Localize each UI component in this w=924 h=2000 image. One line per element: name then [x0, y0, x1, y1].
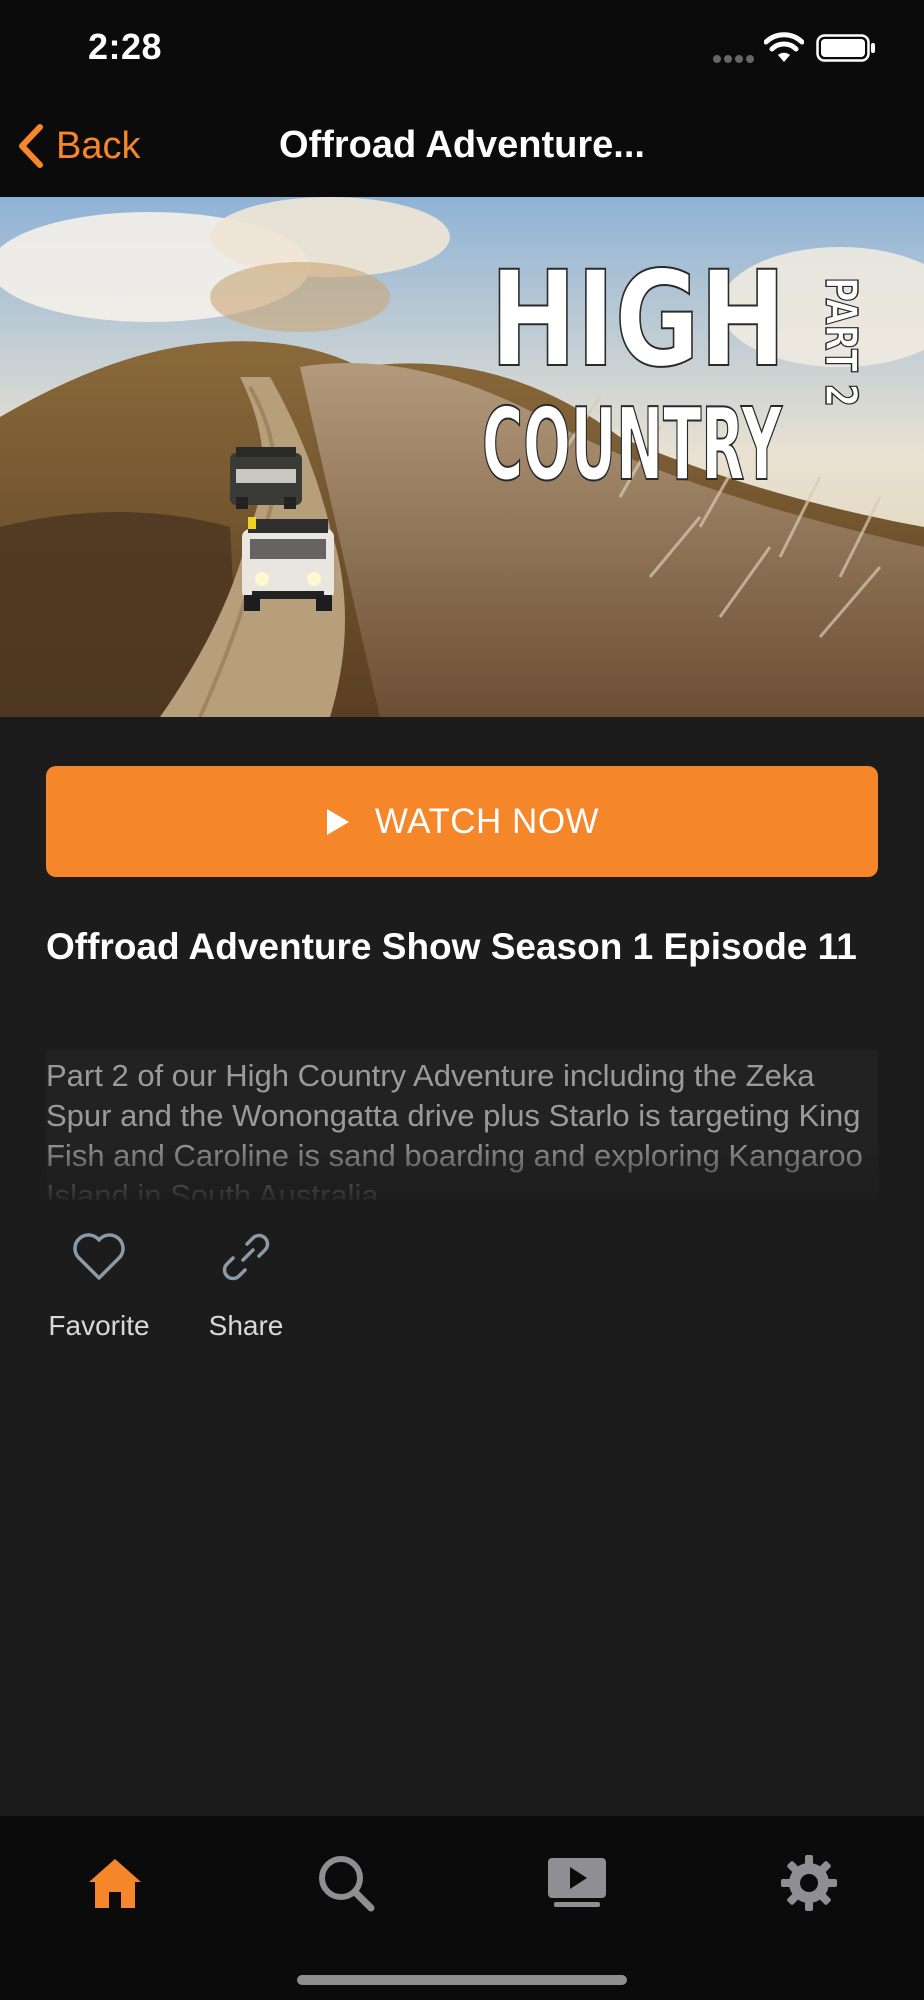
heart-icon [73, 1233, 125, 1280]
back-label: Back [56, 124, 141, 167]
share-label: Share [208, 1310, 284, 1341]
episode-description[interactable]: Part 2 of our High Country Adventure inc… [46, 1050, 878, 1200]
status-bar: 2:28 [0, 0, 924, 96]
battery-icon [816, 34, 875, 62]
home-icon [89, 1859, 141, 1908]
episode-title: Offroad Adventure Show Season 1 Episode … [46, 926, 857, 967]
vehicle-front [242, 517, 334, 611]
gear-icon [781, 1855, 837, 1911]
tab-videos[interactable] [532, 1838, 622, 1928]
tab-bar [0, 1816, 924, 2000]
tab-settings[interactable] [764, 1838, 854, 1928]
status-time: 2:28 [88, 26, 163, 67]
vehicle-rear [230, 447, 302, 509]
video-library-icon [548, 1858, 606, 1907]
back-button[interactable]: Back [14, 118, 140, 174]
watch-now-button[interactable]: WATCH NOW [46, 766, 878, 877]
share-button[interactable]: Share [196, 1228, 296, 1342]
description-fade [46, 1140, 878, 1200]
svg-text:HIGH: HIGH [490, 243, 786, 397]
chevron-left-icon [19, 124, 43, 168]
wifi-icon [764, 32, 804, 62]
favorite-label: Favorite [48, 1310, 150, 1341]
home-indicator [297, 1975, 627, 1985]
favorite-button[interactable]: Favorite [46, 1228, 152, 1342]
svg-text:PART 2: PART 2 [815, 277, 866, 407]
tab-home[interactable] [70, 1838, 160, 1928]
cellular-signal-icon [713, 55, 754, 63]
link-icon [222, 1233, 270, 1281]
search-icon [319, 1856, 375, 1912]
play-icon [326, 808, 349, 835]
svg-text:COUNTRY: COUNTRY [482, 386, 783, 503]
hero-image: HIGH COUNTRY PART 2 [0, 197, 924, 717]
watch-now-label: WATCH NOW [374, 801, 600, 841]
page-title: Offroad Adventure... [279, 124, 645, 166]
tab-search[interactable] [301, 1838, 391, 1928]
navigation-bar: Back Offroad Adventure... [0, 96, 924, 197]
